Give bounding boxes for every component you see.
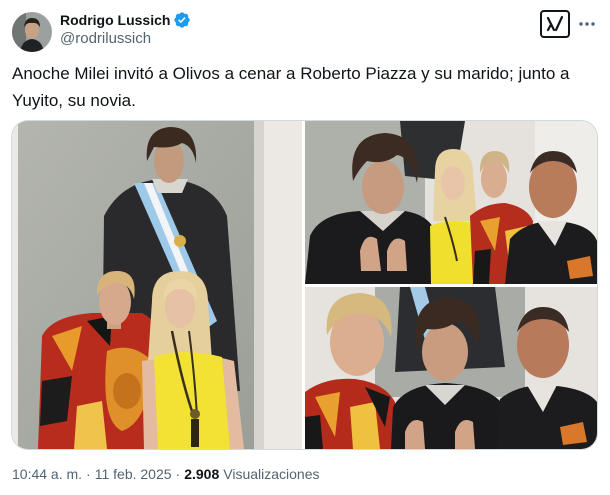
more-horizontal-icon[interactable] xyxy=(576,14,598,34)
meta-separator: · xyxy=(86,466,91,482)
author-handle[interactable]: @rodrilussich xyxy=(60,29,151,49)
tweet-time[interactable]: 10:44 a. m. xyxy=(12,466,82,482)
tweet-text: Anoche Milei invitó a Olivos a cenar a R… xyxy=(12,64,570,110)
tweet-photo-3[interactable] xyxy=(305,287,597,449)
meta-separator: · xyxy=(175,466,181,482)
avatar-photo xyxy=(12,12,52,52)
tweet-meta: 10:44 a. m. · 11 feb. 2025 · 2.908 Visualizac… xyxy=(12,464,320,484)
views-count[interactable]: 2.908 xyxy=(184,466,219,482)
tweet-photo-2[interactable] xyxy=(305,121,597,284)
author-name-row[interactable]: Rodrigo Lussich xyxy=(60,10,191,30)
verified-badge-icon xyxy=(173,11,191,29)
tweet-card: Rodrigo Lussich @rodrilussich Anoche Mil… xyxy=(0,0,610,495)
media-grid xyxy=(12,121,597,449)
author-avatar[interactable] xyxy=(12,12,52,52)
author-name[interactable]: Rodrigo Lussich xyxy=(60,10,170,30)
tweet-photo-1[interactable] xyxy=(12,121,302,449)
grok-icon[interactable] xyxy=(539,9,571,39)
tweet-date[interactable]: 11 feb. 2025 xyxy=(95,466,172,482)
views-label[interactable]: Visualizaciones xyxy=(223,466,319,482)
